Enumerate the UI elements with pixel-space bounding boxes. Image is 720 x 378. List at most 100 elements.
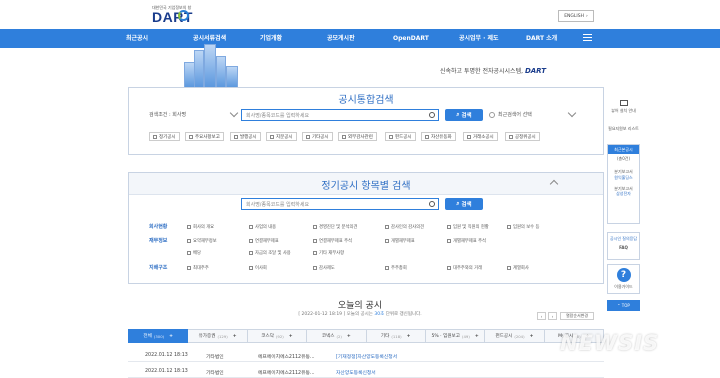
filter-equity[interactable]: 지분공시 [266,132,297,141]
checkbox-icon [187,251,191,255]
checklist-link[interactable]: 필요지원보 리스트 [607,126,640,142]
checkbox-icon [313,225,317,229]
checkbox-icon [313,251,317,255]
nav-offering[interactable]: 공모게시판 [327,29,355,48]
option[interactable]: 요약재무정보 [187,238,217,244]
recent-item-company[interactable]: 원익홀딩스 [608,175,639,180]
filter-exchange[interactable]: 거래소공시 [463,132,498,141]
tab-etc[interactable]: 기타 (118) + [366,329,426,343]
option[interactable]: 감사제도 [313,265,335,271]
table-row[interactable]: 2022.01.12 18:13 기타법인 에프에이치에스2112유동... 자… [128,366,604,378]
option[interactable]: 사업의 내용 [249,224,276,230]
recent-viewed-box: 최근본공시 (총0건) 분기보고서 원익홀딩스 분기보고서 삼성전자 [607,144,640,224]
checkbox-icon [507,225,511,229]
search-placeholder: 회사명/종목코드를 입력하세요 [246,112,310,119]
checkbox-icon [187,225,191,229]
tab-count: (129) [217,333,228,339]
option[interactable]: 회사의 개요 [187,224,214,230]
tab-all[interactable]: 전체 (300) + [128,329,189,343]
option[interactable]: 최대주주 [187,265,209,271]
periodic-search-input[interactable]: 회사명/종목코드를 입력하세요 [241,198,439,210]
search-condition-select[interactable]: 검색조건 : 회사명 [149,108,239,121]
today-title: 오늘의 공시 [337,301,383,311]
viewer-install-link[interactable]: 뷰어 설치 안내 [607,100,640,124]
option[interactable]: 임원의 보수 등 [507,224,539,230]
option[interactable]: 개별재무제표 주석 [447,238,486,244]
checkbox-icon [313,239,317,243]
row-report[interactable]: [기재정정]자산양도등록신청서 [336,353,397,360]
top-bar: 대한민국 기업정보의 창 DART ENGLISH › [0,0,720,29]
checkbox-icon [270,134,274,139]
option[interactable]: 자금의 조달 및 사용 [249,250,291,256]
option[interactable]: 경영진단 및 분석의견 [313,224,357,230]
filter-audit[interactable]: 외부감사관련 [338,132,377,141]
tab-label: 5% · 임원보고 [431,334,461,339]
option-label: 이사회 [255,266,267,271]
guide-link[interactable]: ? 이용가이드 [607,264,640,294]
market-tabs: 전체 (300) + 유가증권 (129) + 코스닥 (92) + 코넥스 (2) + 기타(… [128,329,604,343]
nav-opendart[interactable]: OpenDART [393,29,429,48]
nav-recent[interactable]: 최근공시 [126,29,148,48]
option[interactable]: 연결재무제표 [249,238,279,244]
filter-abs[interactable]: 자산유동화 [421,132,456,141]
hamburger-menu-icon[interactable] [583,34,592,42]
nav-company[interactable]: 기업개황 [260,29,282,48]
option-label: 감사제도 [319,266,335,271]
nav-about[interactable]: DART 소개 [526,29,557,48]
checkbox-icon [189,134,193,139]
option[interactable]: 개별재무제표 [385,238,415,244]
checkbox-icon [342,134,346,139]
reorder-button[interactable]: 열람순서변경 [560,312,594,320]
option[interactable]: 주주총회 [385,265,407,271]
filter-periodic[interactable]: 정기공시 [149,132,180,141]
filter-fund[interactable]: 펀드공시 [385,132,416,141]
prev-page-button[interactable]: ‹ [537,312,546,320]
tab-kospi[interactable]: 유가증권 (129) + [188,329,248,343]
checkbox-icon [385,225,389,229]
option[interactable]: 임원 및 직원의 현황 [447,224,489,230]
language-button[interactable]: ENGLISH › [558,10,594,22]
tab-kosdaq[interactable]: 코스닥 (92) + [247,329,308,343]
option[interactable]: 감사인의 감사의견 [385,224,424,230]
option[interactable]: 이사회 [249,265,267,271]
filter-issue[interactable]: 발행공시 [230,132,261,141]
row-company[interactable]: 에프에이치에스2112유동... [258,369,315,376]
option[interactable]: 대주주와의 거래 [447,265,482,271]
filter-label: 자산유동화 [431,134,452,140]
integrated-search-button[interactable]: ⌕ 검색 [445,109,483,121]
checkbox-icon [249,251,253,255]
checkbox-icon [509,134,513,139]
row-report[interactable]: 자산양도등록신청서 [336,369,376,376]
today-subtitle: [ 2022-01-12 18:19 ] 오늘의 공시는 30초 단위로 갱신됩… [0,311,720,317]
faq-link[interactable]: 공시인 질의응답 FAQ [607,232,640,260]
tab-label: 전체 [143,334,152,339]
option[interactable]: 기타 재무사항 [313,250,344,256]
tab-label: 펀드공시 [495,334,513,339]
recent-search-label: 최근검색어 선택 [498,112,532,118]
filter-ftc[interactable]: 공정위공시 [505,132,540,141]
recent-item-company[interactable]: 삼성전자 [608,191,639,196]
recent-search-select[interactable]: 최근검색어 선택 [489,108,579,121]
nav-rules[interactable]: 공시업무 · 제도 [459,29,499,48]
tab-fund[interactable]: 펀드공시 (204) + [485,329,545,343]
tab-konex[interactable]: 코넥스 (2) + [307,329,367,343]
filter-label: 거래소공시 [473,134,494,140]
tab-five-percent[interactable]: 5% · 임원보고 (49) + [425,329,486,343]
option-label: 요약재무정보 [193,239,217,244]
row-label-finance: 재무정보 [149,238,168,244]
slogan-brand: DART [524,67,547,75]
option[interactable]: 배당 [187,250,201,256]
row-time: 2022.01.12 18:13 [145,353,188,358]
tab-label: 기타 [380,334,390,339]
dart-logo[interactable]: 대한민국 기업정보의 창 DART [152,5,192,25]
row-company[interactable]: 에프에이치에스2112유동... [258,353,315,360]
company-search-input[interactable]: 회사명/종목코드를 입력하세요 [241,109,439,121]
filter-other[interactable]: 기타공시 [302,132,333,141]
option[interactable]: 연결재무제표 주석 [313,238,352,244]
filter-major[interactable]: 주요사항보고 [185,132,224,141]
option[interactable]: 계열회사 [507,265,529,271]
main-nav: 최근공시 공시서류검색 기업개황 공모게시판 OpenDART 공시업무 · 제… [0,29,720,48]
periodic-search-button[interactable]: ⌕ 검색 [445,198,483,210]
table-row[interactable]: 2022.01.12 18:13 기타법인 에프에이치에스2112유동... [… [128,350,604,362]
next-page-button[interactable]: › [548,312,557,320]
